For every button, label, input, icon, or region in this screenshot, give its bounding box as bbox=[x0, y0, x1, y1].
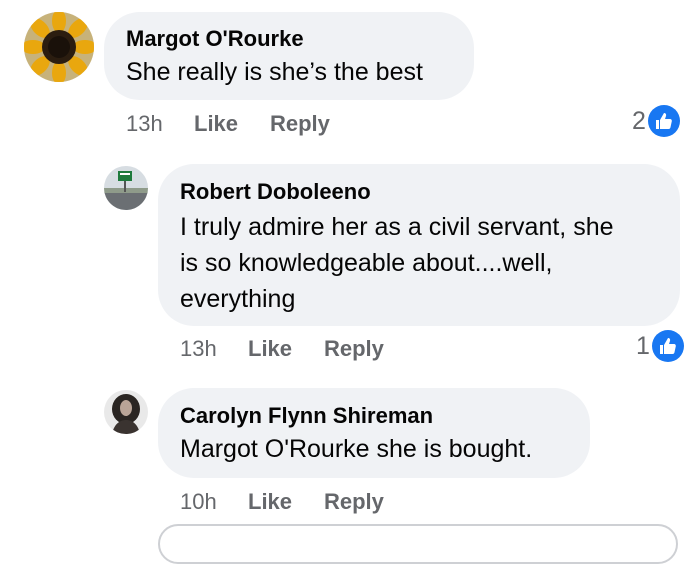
comment-author[interactable]: Carolyn Flynn Shireman bbox=[180, 403, 568, 429]
comment-text-line: I truly admire her as a civil servant, s… bbox=[180, 213, 614, 241]
highway-sign-icon bbox=[104, 166, 148, 210]
comment-timestamp[interactable]: 13h bbox=[126, 111, 163, 137]
comment-timestamp[interactable]: 10h bbox=[180, 489, 217, 515]
avatar-margot[interactable] bbox=[24, 12, 94, 82]
comments-thread: { "comments": [ { "author": "Margot O'Ro… bbox=[0, 0, 700, 564]
reaction-summary[interactable]: 1 bbox=[636, 330, 684, 362]
sunflower-icon bbox=[24, 12, 94, 82]
like-button[interactable]: Like bbox=[194, 111, 238, 137]
comment-text-line: everything bbox=[180, 285, 296, 313]
reply-button[interactable]: Reply bbox=[324, 336, 384, 362]
comment-actions: 13h Like Reply bbox=[126, 111, 426, 139]
reaction-count: 2 bbox=[632, 106, 646, 135]
comment-text-line: is so knowledgeable about....well, bbox=[180, 249, 553, 277]
comment-bubble: Carolyn Flynn Shireman Margot O'Rourke s… bbox=[158, 388, 590, 478]
comment-bubble: Robert Doboleeno I truly admire her as a… bbox=[158, 164, 680, 326]
reaction-count: 1 bbox=[636, 331, 650, 360]
reaction-summary[interactable]: 2 bbox=[632, 105, 680, 137]
reply-button[interactable]: Reply bbox=[270, 111, 330, 137]
comment-text: She really is she’s the best bbox=[126, 58, 423, 86]
like-button[interactable]: Like bbox=[248, 489, 292, 515]
thumbs-up-icon bbox=[647, 105, 680, 137]
comment-author[interactable]: Margot O'Rourke bbox=[126, 26, 452, 52]
reply-input[interactable] bbox=[158, 524, 678, 564]
comment-bubble: Margot O'Rourke She really is she’s the … bbox=[104, 12, 474, 100]
comment-timestamp[interactable]: 13h bbox=[180, 336, 217, 362]
comment-author[interactable]: Robert Doboleeno bbox=[180, 179, 658, 205]
comment-text: Margot O'Rourke she is bought. bbox=[180, 435, 533, 463]
comment-actions: 13h Like Reply bbox=[180, 336, 480, 364]
portrait-icon bbox=[104, 390, 148, 434]
avatar-robert[interactable] bbox=[104, 166, 148, 210]
comment-actions: 10h Like Reply bbox=[180, 489, 480, 517]
thumbs-up-icon bbox=[651, 330, 684, 362]
like-button[interactable]: Like bbox=[248, 336, 292, 362]
avatar-carolyn[interactable] bbox=[104, 390, 148, 434]
reply-button[interactable]: Reply bbox=[324, 489, 384, 515]
